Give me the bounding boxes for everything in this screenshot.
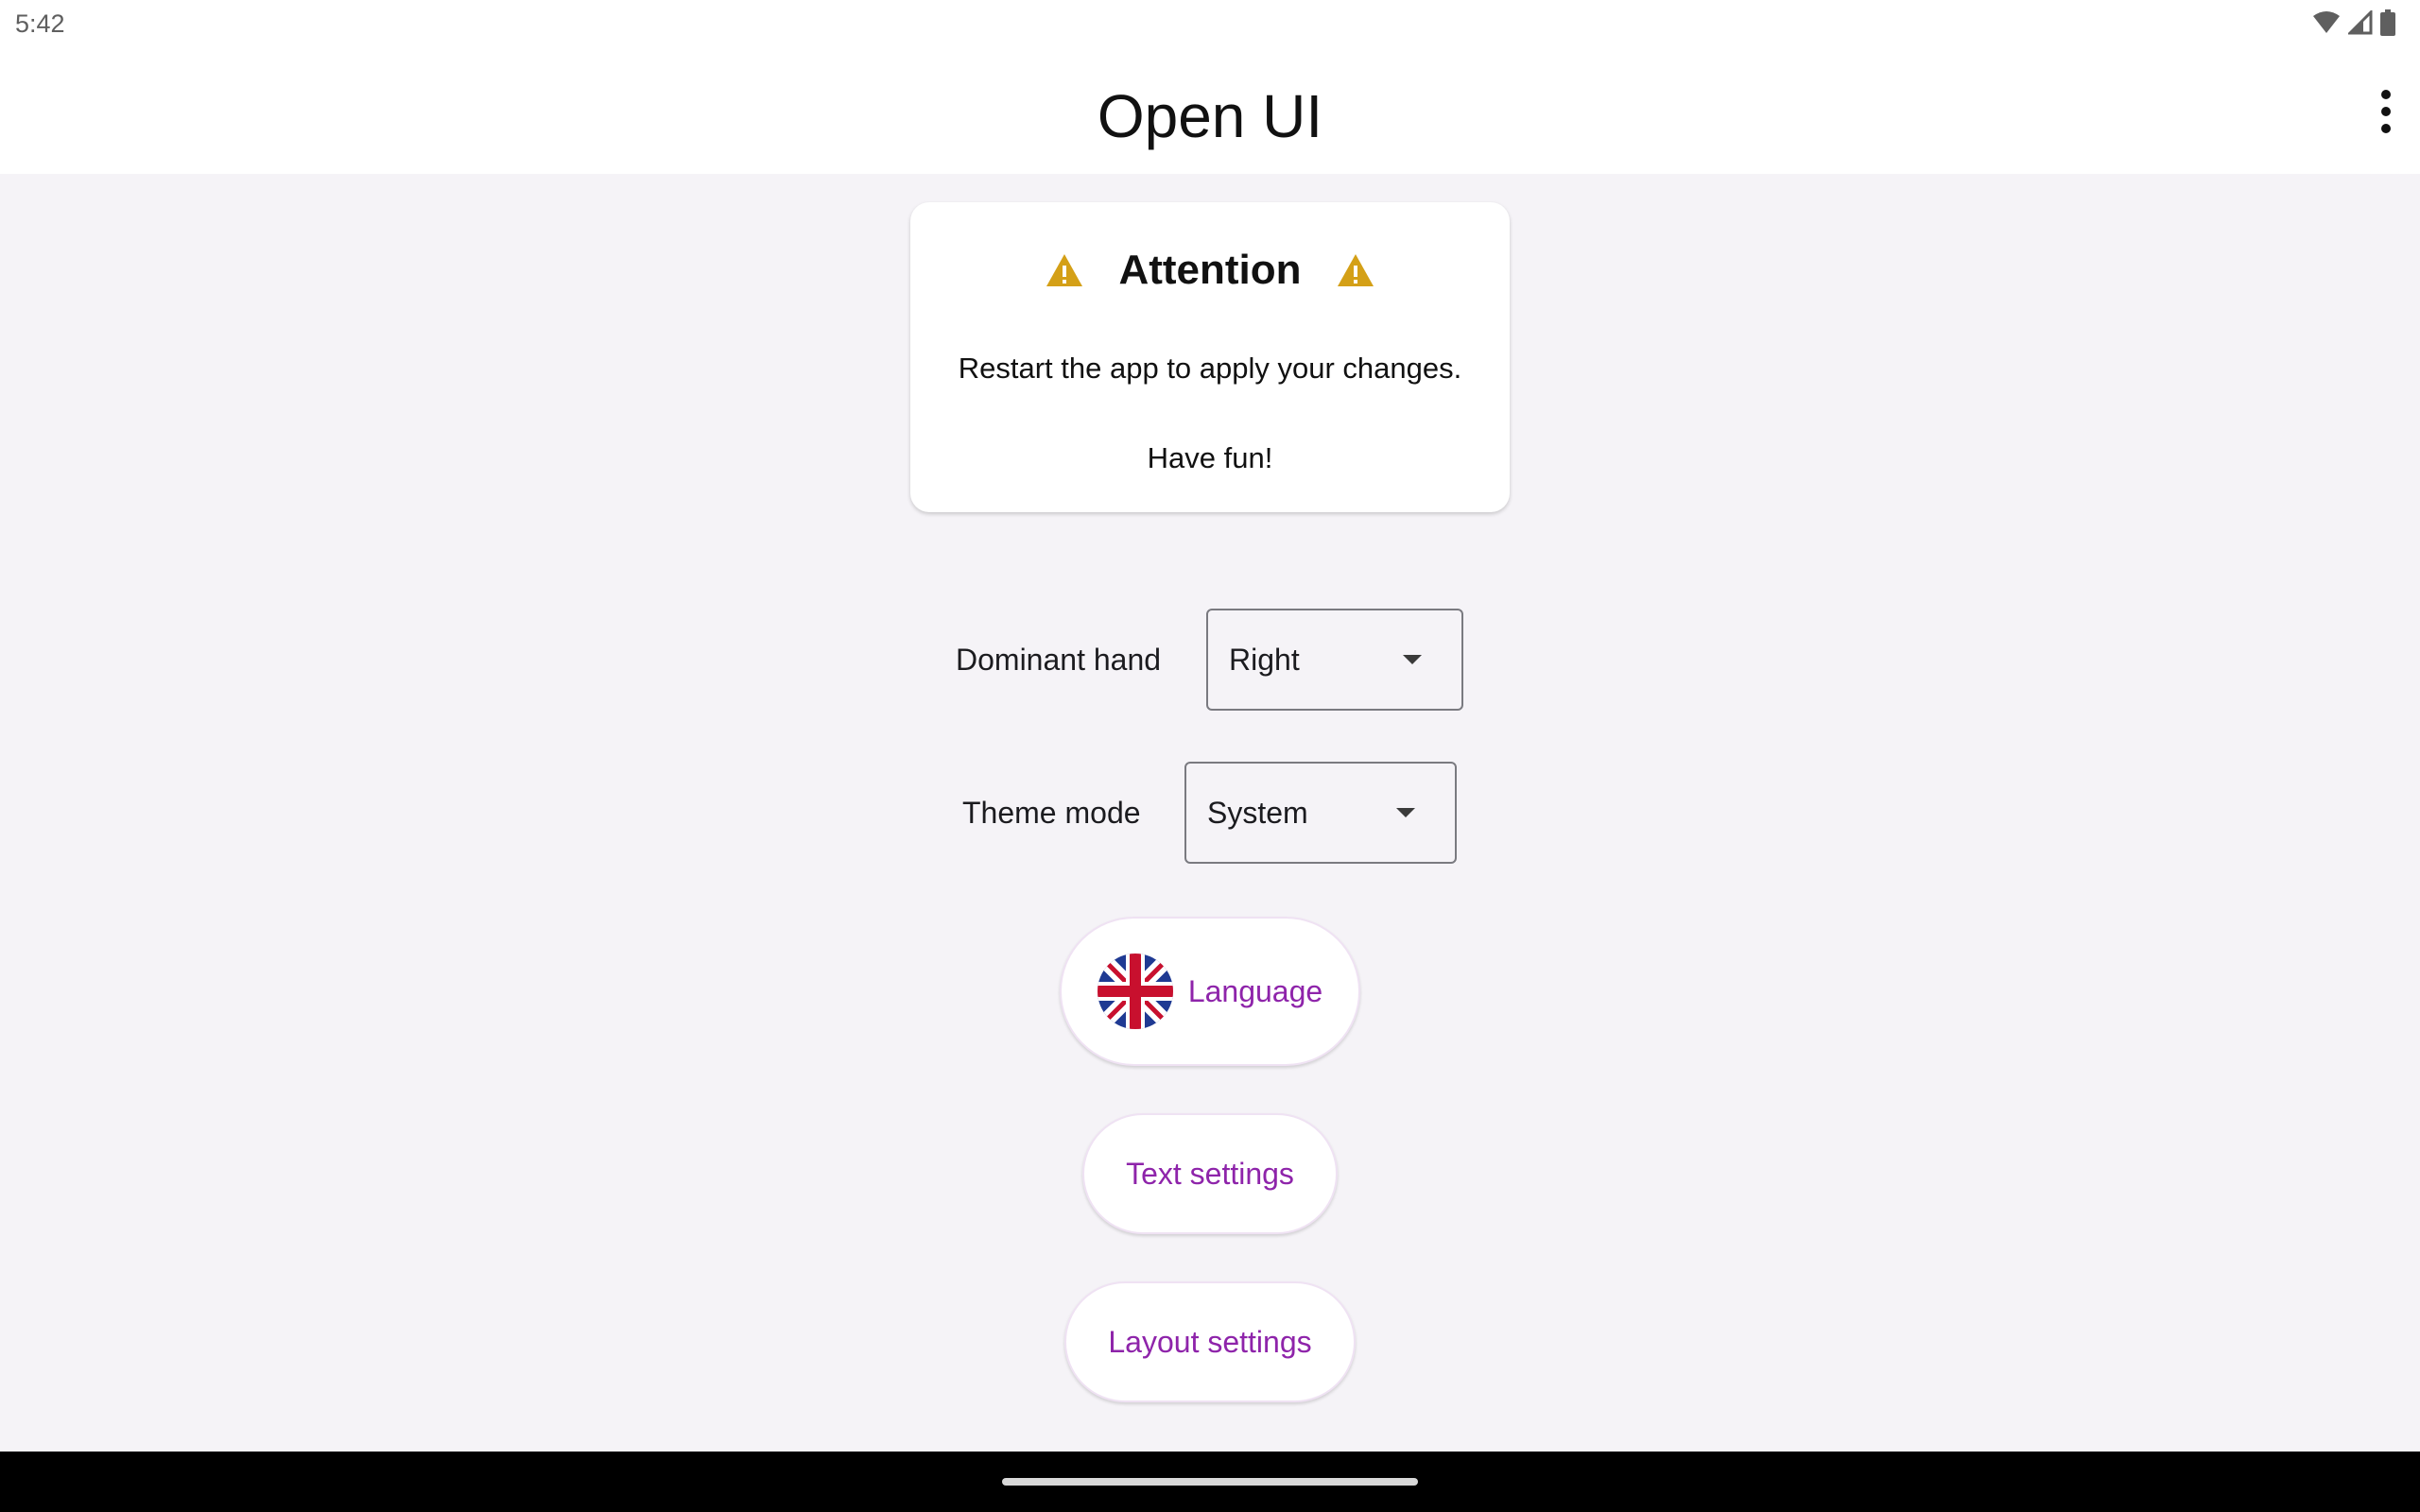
language-button[interactable]: Language: [1060, 917, 1360, 1066]
status-icons: [2312, 9, 2395, 36]
more-options-button[interactable]: [2358, 81, 2414, 142]
attention-message: Restart the app to apply your changes.: [958, 352, 1462, 385]
text-settings-button[interactable]: Text settings: [1082, 1113, 1338, 1234]
language-label: Language: [1187, 973, 1323, 1008]
status-bar: 5:42: [0, 0, 2420, 47]
dominant-hand-value: Right: [1229, 642, 1300, 677]
home-indicator[interactable]: [1002, 1478, 1418, 1486]
attention-footer: Have fun!: [1147, 441, 1273, 474]
wifi-icon: [2313, 11, 2340, 33]
uk-flag-icon: [1097, 954, 1173, 1029]
chevron-down-icon: [1403, 655, 1422, 664]
cell-signal-icon: [2348, 10, 2373, 35]
dominant-hand-label: Dominant hand: [956, 643, 1162, 677]
attention-header: Attention: [910, 240, 1510, 301]
theme-mode-value: System: [1207, 795, 1308, 830]
attention-card: Attention Restart the app to apply your …: [910, 202, 1510, 512]
attention-title: Attention: [1118, 247, 1302, 293]
layout-settings-button[interactable]: Layout settings: [1064, 1281, 1356, 1402]
navigation-bar: [0, 1452, 2420, 1512]
theme-mode-label: Theme mode: [962, 796, 1141, 830]
more-vert-icon: [2381, 90, 2391, 99]
chevron-down-icon: [1396, 808, 1415, 817]
text-settings-label: Text settings: [1126, 1156, 1294, 1191]
warning-icon: [1046, 254, 1083, 286]
warning-icon: [1337, 254, 1374, 286]
layout-settings-label: Layout settings: [1108, 1324, 1312, 1359]
dominant-hand-dropdown[interactable]: Right: [1206, 609, 1463, 711]
app-bar: Open UI: [0, 47, 2420, 174]
app-title: Open UI: [1097, 82, 1323, 150]
status-time: 5:42: [15, 9, 65, 38]
theme-mode-dropdown[interactable]: System: [1184, 762, 1457, 864]
battery-icon: [2380, 9, 2395, 36]
